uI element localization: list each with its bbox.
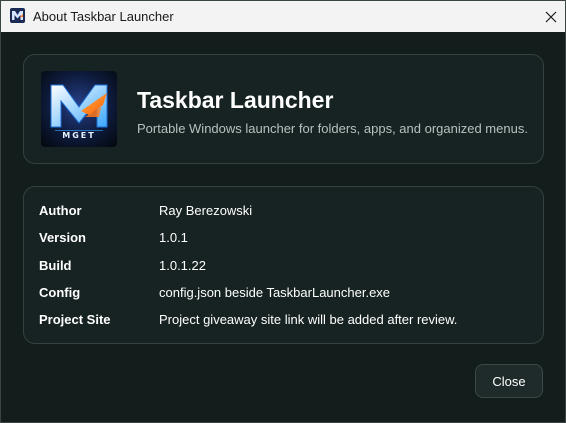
app-name: Taskbar Launcher — [137, 87, 334, 113]
info-value: Project giveaway site link will be added… — [159, 312, 458, 327]
app-description: Portable Windows launcher for folders, a… — [137, 121, 528, 136]
info-value: 1.0.1.22 — [159, 258, 206, 273]
app-logo: MGET — [41, 71, 117, 147]
info-card: Author Ray Berezowski Version 1.0.1 Buil… — [23, 186, 544, 344]
info-value: 1.0.1 — [159, 230, 188, 245]
info-value: Ray Berezowski — [159, 203, 253, 218]
info-label: Config — [39, 285, 81, 300]
window-close-button[interactable] — [536, 1, 565, 32]
close-icon — [545, 11, 556, 22]
close-button[interactable]: Close — [475, 364, 543, 398]
logo-text: MGET — [62, 131, 96, 140]
info-label: Version — [39, 230, 86, 245]
info-label: Author — [39, 203, 82, 218]
info-value: config.json beside TaskbarLauncher.exe — [159, 285, 391, 300]
about-dialog: About Taskbar Launcher MGET Taskbar Laun… — [0, 0, 566, 423]
info-label: Project Site — [39, 312, 111, 327]
window-title: About Taskbar Launcher — [33, 9, 174, 24]
header-card: MGET Taskbar Launcher Portable Windows l… — [23, 54, 544, 164]
app-icon — [10, 8, 25, 23]
info-label: Build — [39, 258, 72, 273]
title-bar: About Taskbar Launcher — [1, 1, 565, 32]
